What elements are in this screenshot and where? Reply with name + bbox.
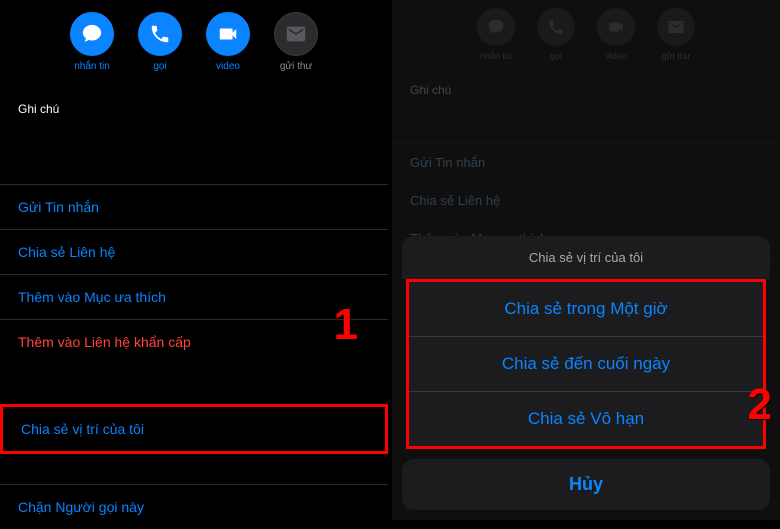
video-icon	[206, 12, 250, 56]
panel-step-2: nhắn tin gọi video gửi thư Ghi chú Gửi T…	[392, 0, 780, 520]
notes-label-dim: Ghi chú	[392, 73, 780, 103]
share-indefinitely[interactable]: Chia sẻ Vô hạn	[409, 391, 763, 446]
message-label: nhắn tin	[480, 51, 512, 61]
phone-icon	[537, 8, 575, 46]
share-location-item[interactable]: Chia sẻ vị trí của tôi	[0, 404, 388, 454]
spacer	[0, 454, 388, 484]
video-button[interactable]: video	[206, 12, 250, 72]
video-label: video	[216, 61, 240, 72]
message-label: nhắn tin	[74, 61, 110, 72]
call-button[interactable]: gọi	[138, 12, 182, 72]
block-caller-item[interactable]: Chặn Người gọi này	[0, 484, 388, 529]
mail-icon	[657, 8, 695, 46]
call-label: gọi	[550, 51, 562, 61]
message-icon	[477, 8, 515, 46]
share-end-of-day[interactable]: Chia sẻ đến cuối ngày	[409, 336, 763, 391]
message-icon	[70, 12, 114, 56]
panel-step-1: nhắn tin gọi video gửi thư Ghi chú Gửi T…	[0, 0, 388, 520]
video-button-dim: video	[597, 8, 635, 61]
phone-icon	[138, 12, 182, 56]
share-options-highlighted: Chia sẻ trong Một giờ Chia sẻ đến cuối n…	[406, 279, 766, 449]
mail-label: gửi thư	[661, 51, 690, 61]
share-contact-item[interactable]: Chia sẻ Liên hệ	[0, 229, 388, 274]
notes-area[interactable]	[0, 124, 388, 184]
mail-label: gửi thư	[280, 61, 312, 72]
emergency-contact-item[interactable]: Thêm vào Liên hệ khẩn cấp	[0, 319, 388, 364]
send-message-dim: Gửi Tin nhắn	[392, 143, 780, 181]
step-number-1: 1	[334, 300, 358, 350]
contact-actions-dimmed: nhắn tin gọi video gửi thư	[392, 0, 780, 73]
share-one-hour[interactable]: Chia sẻ trong Một giờ	[409, 282, 763, 336]
notes-label: Ghi chú	[0, 90, 388, 124]
mail-button: gửi thư	[274, 12, 318, 72]
add-favorite-item[interactable]: Thêm vào Mục ưa thích	[0, 274, 388, 319]
call-button-dim: gọi	[537, 8, 575, 61]
share-contact-dim: Chia sẻ Liên hệ	[392, 181, 780, 219]
mail-button-dim: gửi thư	[657, 8, 695, 61]
menu-list: Gửi Tin nhắn Chia sẻ Liên hệ Thêm vào Mụ…	[0, 184, 388, 364]
video-icon	[597, 8, 635, 46]
sheet-title: Chia sẻ vị trí của tôi	[402, 236, 770, 279]
cancel-button[interactable]: Hủy	[402, 459, 770, 510]
send-message-item[interactable]: Gửi Tin nhắn	[0, 184, 388, 229]
sheet-options: Chia sẻ trong Một giờ Chia sẻ đến cuối n…	[409, 282, 763, 446]
message-button[interactable]: nhắn tin	[70, 12, 114, 72]
call-label: gọi	[153, 61, 166, 72]
step-number-2: 2	[748, 380, 772, 430]
video-label: video	[605, 51, 627, 61]
contact-actions-row: nhắn tin gọi video gửi thư	[0, 0, 388, 90]
spacer	[0, 364, 388, 404]
action-sheet: Chia sẻ vị trí của tôi Chia sẻ trong Một…	[392, 236, 780, 520]
mail-icon	[274, 12, 318, 56]
message-button-dim: nhắn tin	[477, 8, 515, 61]
